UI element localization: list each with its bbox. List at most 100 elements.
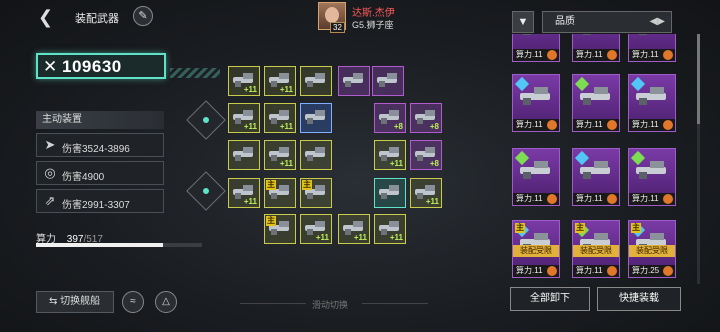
decorative-stripe — [170, 68, 220, 78]
main-weapon-badge: 主 — [302, 180, 312, 190]
restricted-badge: 装配受限 — [573, 245, 619, 257]
weapon-slot[interactable]: +11 — [300, 214, 332, 244]
weapon-slot[interactable]: +8 — [410, 103, 442, 133]
weapon-slot[interactable] — [300, 140, 332, 170]
settings-icon — [607, 120, 617, 130]
swipe-line-left — [240, 303, 306, 304]
main-weapon-badge: 主 — [575, 223, 585, 233]
weapon-icon — [580, 87, 614, 105]
back-arrow-icon[interactable]: ❮ — [38, 7, 56, 27]
weapon-icon — [580, 161, 614, 179]
weapon-card[interactable]: 算力.11 — [512, 74, 560, 132]
weapon-card[interactable]: 算力.11 — [628, 148, 676, 206]
settings-icon — [607, 50, 617, 60]
player-level: 32 — [330, 22, 345, 33]
upgrade-level: +11 — [279, 122, 293, 131]
main-weapon-badge: 主 — [515, 223, 525, 233]
weapon-slot[interactable] — [300, 103, 332, 133]
scrollbar-thumb[interactable] — [697, 34, 700, 124]
hardpoint-node-upper[interactable] — [186, 100, 226, 140]
upgrade-level: +8 — [393, 122, 403, 131]
fleet-icon[interactable]: △ — [155, 291, 177, 313]
weapon-icon — [520, 87, 554, 105]
weapon-slot[interactable]: +11 — [228, 66, 260, 96]
weapon-card[interactable]: 算力.11 — [572, 148, 620, 206]
weapon-card[interactable]: 算力.11 — [628, 74, 676, 132]
weapon-slot[interactable]: 主 — [264, 214, 296, 244]
weapon-card[interactable]: 算力.11 — [512, 34, 560, 62]
weapon-slot[interactable]: +8 — [374, 103, 406, 133]
sort-icon: ◀▶ — [649, 16, 665, 27]
weapon-icon — [343, 73, 367, 87]
weapon-icon — [636, 87, 670, 105]
page-title: 装配武器 — [75, 13, 119, 25]
weapon-slot[interactable] — [374, 178, 406, 208]
weapon-card[interactable]: 算力.11 — [512, 148, 560, 206]
weapon-slot[interactable]: +11 — [264, 140, 296, 170]
weapon-slot[interactable]: +11 — [228, 178, 260, 208]
upgrade-level: +11 — [389, 159, 403, 168]
scrollbar[interactable] — [697, 34, 700, 284]
edit-icon[interactable]: ✎ — [133, 6, 153, 26]
upgrade-level: +11 — [353, 233, 367, 242]
weapon-slot[interactable]: +11 — [410, 178, 442, 208]
energy-bar — [36, 243, 202, 247]
quick-equip-button[interactable]: 快捷装载 — [597, 287, 681, 311]
settings-icon — [547, 50, 557, 60]
player-name: 达斯.杰伊 — [352, 8, 395, 19]
skill-damage-2[interactable]: ◎ 伤害4900 — [36, 161, 164, 185]
power-value: 109630 — [62, 57, 122, 76]
weapon-slot[interactable] — [338, 66, 370, 96]
weapon-slot[interactable] — [372, 66, 404, 96]
filter-icon[interactable]: ▼ — [512, 11, 534, 33]
weapon-slot[interactable]: +11 — [374, 214, 406, 244]
skill-text: 伤害4900 — [62, 172, 105, 183]
upgrade-level: +11 — [315, 233, 329, 242]
weapon-card[interactable]: 装配受限主算力.11 — [512, 220, 560, 278]
weapon-slot[interactable] — [300, 66, 332, 96]
quality-label: 品质 — [555, 16, 575, 27]
skill-damage-3[interactable]: ⇗ 伤害2991-3307 — [36, 189, 164, 213]
weapon-card[interactable]: 算力.11 — [572, 34, 620, 62]
quality-select[interactable]: 品质 ◀▶ — [542, 11, 672, 33]
unload-all-button[interactable]: 全部卸下 — [510, 287, 590, 311]
weapon-icon — [305, 110, 329, 124]
active-equipment-label: 主动装置 — [36, 111, 164, 129]
weapon-slot[interactable]: +11 — [264, 66, 296, 96]
weapon-icon — [520, 161, 554, 179]
settings-icon — [547, 266, 557, 276]
weapon-slot[interactable]: +11 — [374, 140, 406, 170]
skill-text: 伤害2991-3307 — [62, 200, 130, 211]
avatar-face — [325, 7, 339, 23]
settings-icon — [607, 266, 617, 276]
settings-icon — [663, 120, 673, 130]
weapon-card[interactable]: 算力.11 — [628, 34, 676, 62]
weapon-slot[interactable]: +8 — [410, 140, 442, 170]
upgrade-level: +8 — [429, 159, 439, 168]
weapon-slot[interactable]: 主 — [300, 178, 332, 208]
skill-damage-1[interactable]: ➤ 伤害3524-3896 — [36, 133, 164, 157]
weapon-slot[interactable]: +11 — [228, 103, 260, 133]
weapon-card[interactable]: 装配受限主算力.25 — [628, 220, 676, 278]
settings-icon — [547, 194, 557, 204]
weapon-card[interactable]: 装配受限主算力.11 — [572, 220, 620, 278]
weapon-icon — [520, 34, 554, 35]
upgrade-level: +11 — [279, 159, 293, 168]
node-dot — [201, 115, 211, 125]
power-display: ✕ 109630 — [36, 53, 166, 79]
weapon-slot[interactable] — [228, 140, 260, 170]
switch-ship-button[interactable]: ⇆ 切换舰船 — [36, 291, 114, 313]
upgrade-level: +11 — [279, 85, 293, 94]
hardpoint-node-lower[interactable] — [186, 171, 226, 211]
swap-icon: ⇆ — [49, 296, 58, 307]
main-weapon-badge: 主 — [266, 216, 276, 226]
weapon-slot[interactable]: 主 — [264, 178, 296, 208]
weapon-card[interactable]: 算力.11 — [572, 74, 620, 132]
weapon-slot[interactable]: +11 — [264, 103, 296, 133]
formation-icon[interactable]: ≈ — [122, 291, 144, 313]
weapon-card-list[interactable]: 算力.11 算力.11 算力.11 算力.11 算力.11 算力.11 算力.11 算力.11… — [510, 34, 692, 284]
upgrade-level: +11 — [243, 85, 257, 94]
settings-icon — [663, 50, 673, 60]
switch-ship-label: 切换舰船 — [60, 296, 101, 307]
weapon-slot[interactable]: +11 — [338, 214, 370, 244]
